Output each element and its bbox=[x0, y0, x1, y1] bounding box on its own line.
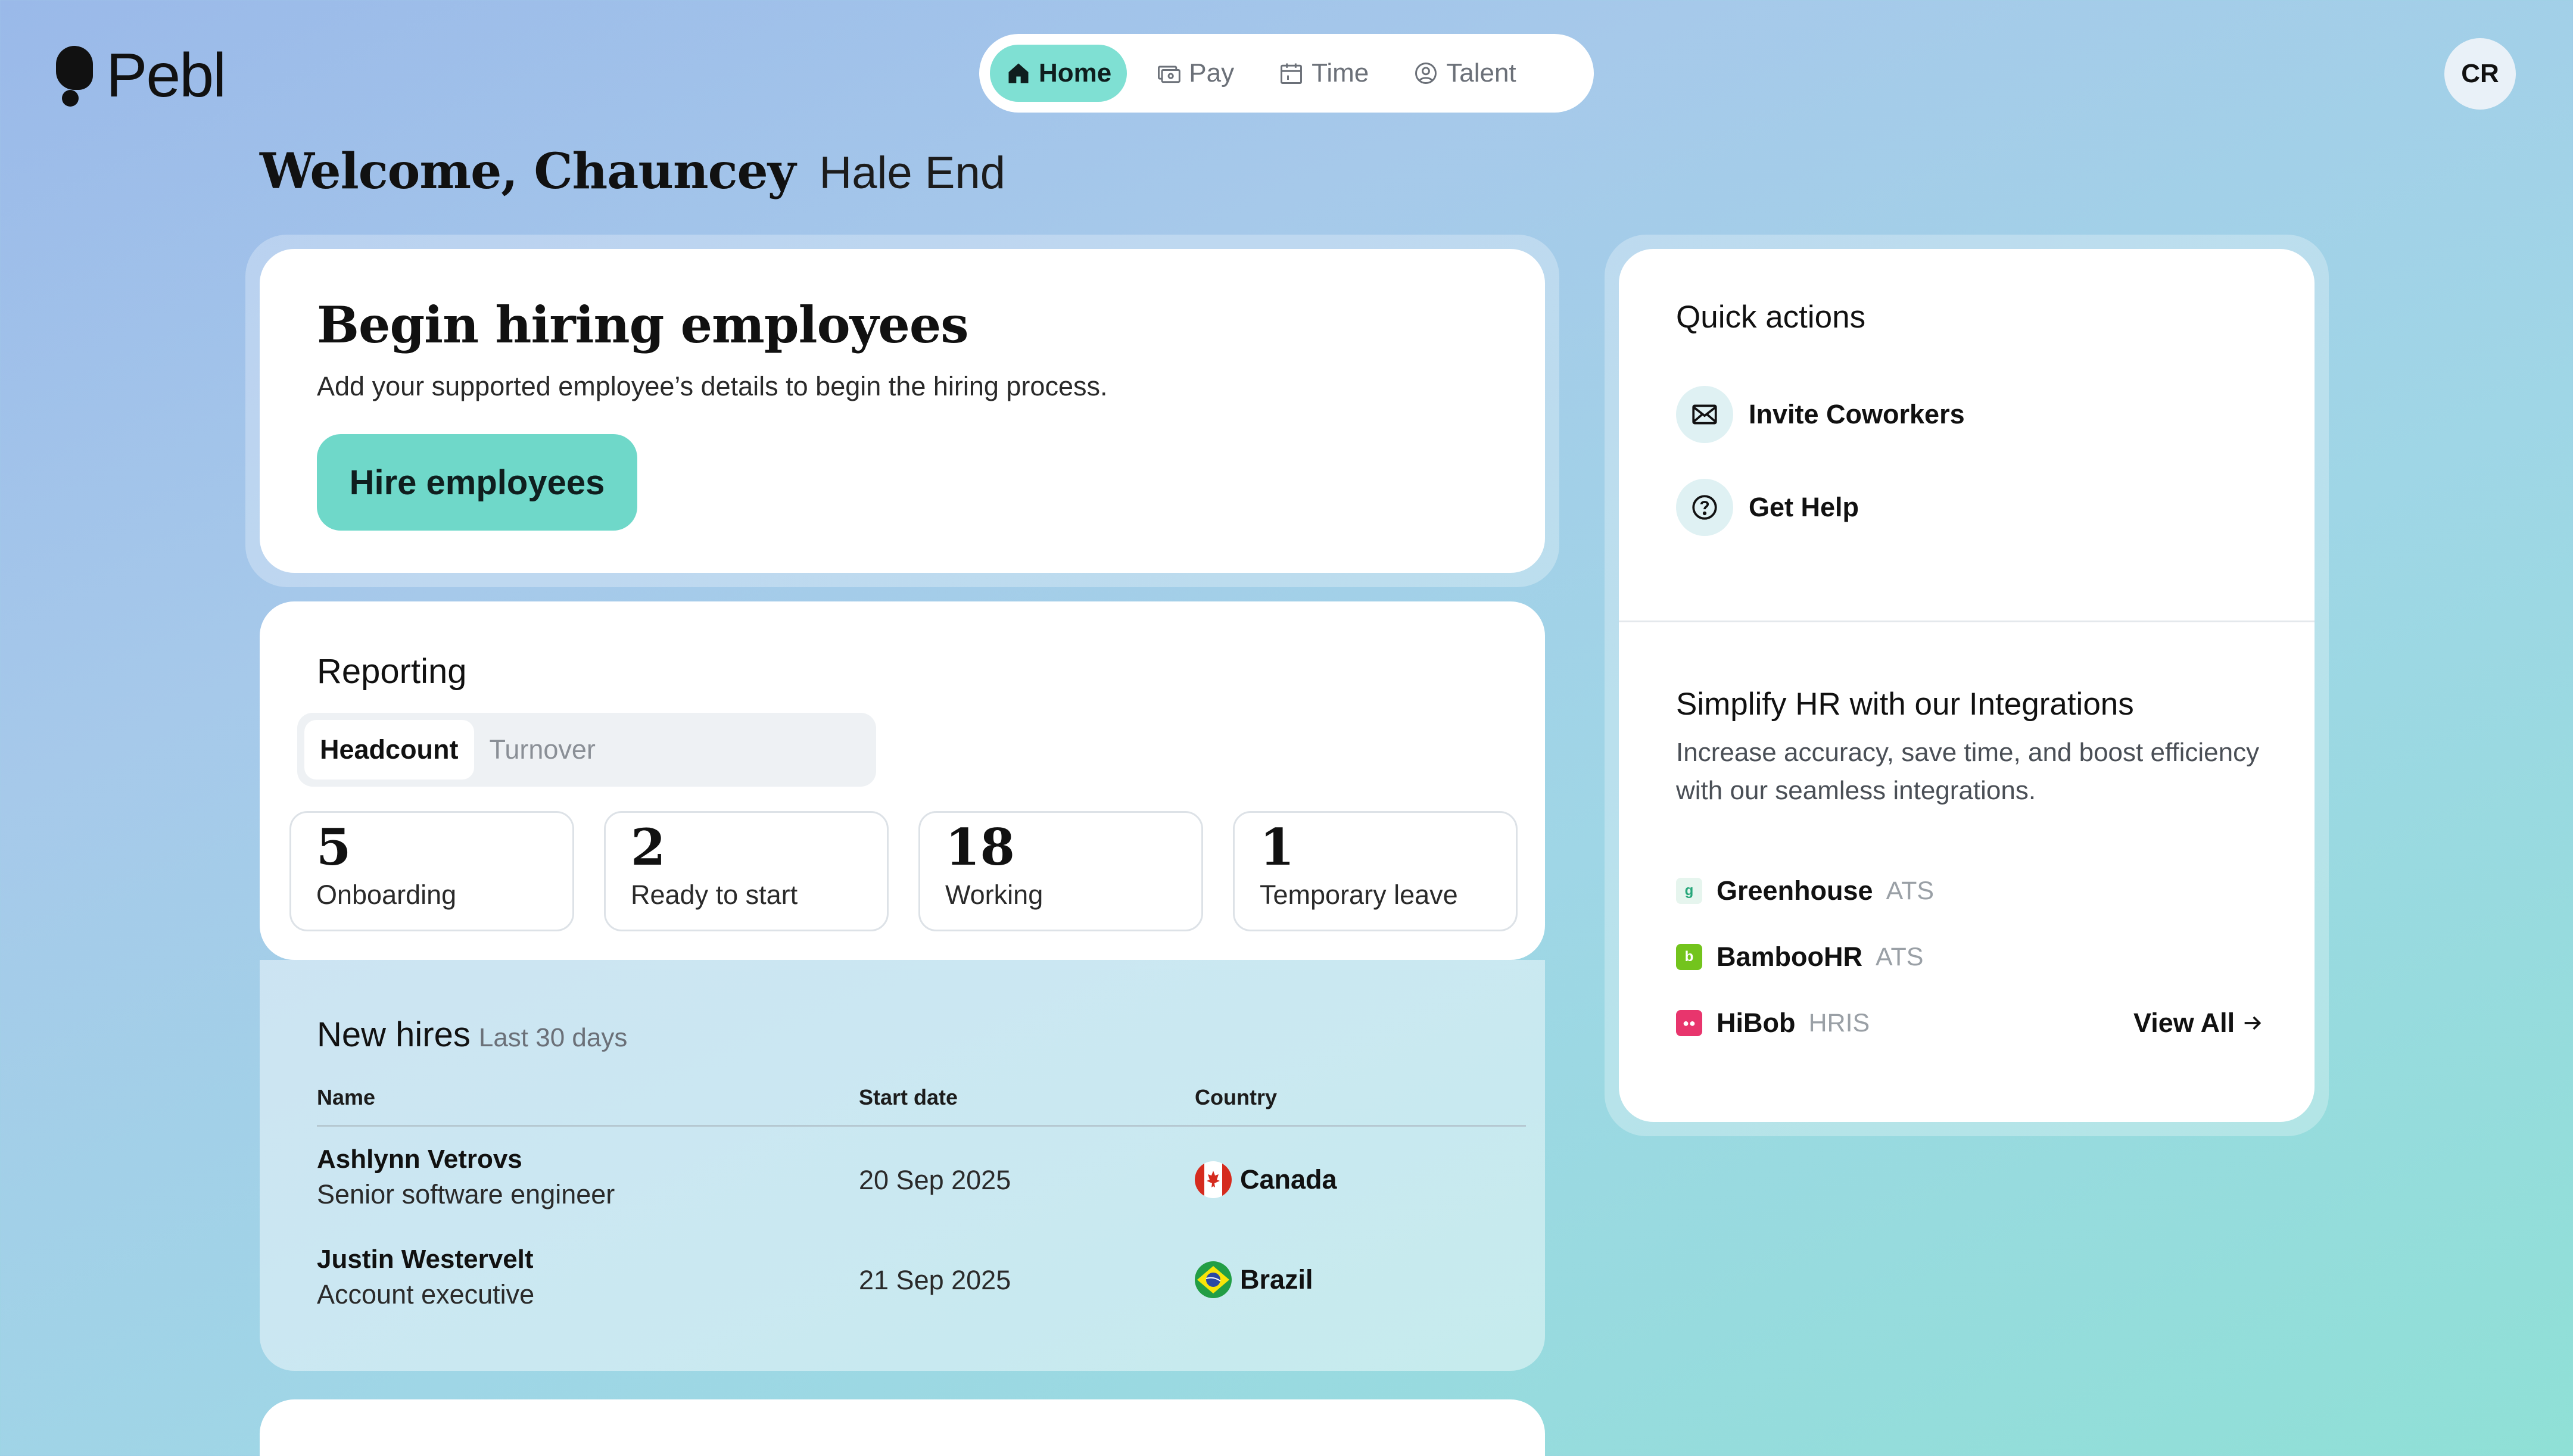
brazil-flag-icon bbox=[1195, 1261, 1232, 1298]
tab-turnover[interactable]: Turnover bbox=[474, 720, 611, 780]
get-help-action[interactable]: Get Help bbox=[1676, 479, 1859, 536]
mail-icon bbox=[1676, 386, 1733, 443]
stat-label: Temporary leave bbox=[1260, 880, 1458, 911]
stat-label: Working bbox=[945, 880, 1043, 911]
pebl-logo-icon bbox=[56, 46, 93, 107]
greenhouse-icon: g bbox=[1676, 878, 1702, 904]
hire-description: Add your supported employee’s details to… bbox=[317, 371, 1108, 401]
invite-coworkers-label: Invite Coworkers bbox=[1749, 399, 1965, 429]
integrations-description: Increase accuracy, save time, and boost … bbox=[1676, 738, 2260, 805]
welcome-greeting: Welcome, Chauncey bbox=[260, 143, 796, 200]
integration-type: ATS bbox=[1886, 876, 1935, 905]
start-date: 21 Sep 2025 bbox=[859, 1265, 1011, 1295]
stat-value: 18 bbox=[945, 818, 1015, 877]
integration-type: ATS bbox=[1876, 942, 1924, 971]
stat-label: Onboarding bbox=[316, 880, 457, 911]
integration-name: HiBob bbox=[1717, 1008, 1796, 1038]
nav-home[interactable]: Home bbox=[990, 45, 1127, 102]
table-row[interactable]: Ashlynn Vetrovs Senior software engineer… bbox=[260, 1145, 1545, 1234]
new-hires-panel: New hires Last 30 days Name Start date C… bbox=[260, 960, 1545, 1371]
column-header-country[interactable]: Country bbox=[1195, 1085, 1277, 1110]
invite-coworkers-action[interactable]: Invite Coworkers bbox=[1676, 386, 1965, 443]
country-name: Canada bbox=[1240, 1164, 1337, 1195]
canada-flag-icon bbox=[1195, 1161, 1232, 1198]
stat-ready-to-start[interactable]: 2 Ready to start bbox=[604, 811, 889, 931]
nav-talent[interactable]: Talent bbox=[1397, 45, 1531, 102]
hibob-icon: ●● bbox=[1676, 1010, 1702, 1036]
section-divider bbox=[1619, 621, 2315, 622]
start-date: 20 Sep 2025 bbox=[859, 1165, 1011, 1195]
nav-pay[interactable]: Pay bbox=[1140, 45, 1250, 102]
integration-type: HRIS bbox=[1808, 1008, 1870, 1037]
main-nav: Home Pay Time Talent bbox=[979, 34, 1594, 113]
employee-role: Senior software engineer bbox=[317, 1179, 615, 1209]
tab-headcount[interactable]: Headcount bbox=[304, 720, 474, 780]
bamboohr-icon: b bbox=[1676, 944, 1702, 970]
quick-actions-title: Quick actions bbox=[1676, 300, 1866, 335]
right-card: Quick actions Invite Coworkers Get Help … bbox=[1619, 249, 2315, 1122]
nav-pay-label: Pay bbox=[1189, 58, 1235, 88]
stat-onboarding[interactable]: 5 Onboarding bbox=[289, 811, 574, 931]
employee-name: Justin Westervelt bbox=[317, 1245, 534, 1274]
column-header-name[interactable]: Name bbox=[317, 1085, 375, 1110]
get-help-label: Get Help bbox=[1749, 492, 1859, 522]
stat-label: Ready to start bbox=[631, 880, 798, 911]
hire-employees-button[interactable]: Hire employees bbox=[317, 434, 637, 531]
table-row[interactable]: Justin Westervelt Account executive 21 S… bbox=[260, 1245, 1545, 1334]
new-hires-subtitle: Last 30 days bbox=[478, 1023, 628, 1052]
integrations-title: Simplify HR with our Integrations bbox=[1676, 687, 2134, 722]
stats-row: 5 Onboarding 2 Ready to start 18 Working… bbox=[289, 811, 1547, 931]
nav-talent-label: Talent bbox=[1446, 58, 1516, 88]
integration-name: Greenhouse bbox=[1717, 875, 1873, 906]
country-cell: Brazil bbox=[1195, 1261, 1313, 1298]
stat-value: 5 bbox=[316, 818, 351, 877]
employee-role: Account executive bbox=[317, 1279, 535, 1310]
reporting-tabs: Headcount Turnover bbox=[297, 713, 876, 787]
column-header-start-date[interactable]: Start date bbox=[859, 1085, 958, 1110]
brand-name: Pebl bbox=[106, 41, 226, 110]
country-name: Brazil bbox=[1240, 1264, 1313, 1295]
hire-card: Begin hiring employees Add your supporte… bbox=[260, 249, 1545, 573]
welcome-header: Welcome, Chauncey Hale End bbox=[260, 143, 1005, 208]
home-icon bbox=[1008, 63, 1029, 83]
stat-value: 1 bbox=[1260, 818, 1295, 877]
employee-name: Ashlynn Vetrovs bbox=[317, 1145, 522, 1174]
pay-icon bbox=[1158, 66, 1181, 83]
stat-working[interactable]: 18 Working bbox=[918, 811, 1203, 931]
pebl-logo[interactable]: Pebl bbox=[56, 41, 226, 110]
integration-bamboohr[interactable]: b BambooHR ATS bbox=[1676, 941, 1923, 972]
country-cell: Canada bbox=[1195, 1161, 1337, 1198]
reporting-title: Reporting bbox=[317, 652, 467, 691]
nav-home-label: Home bbox=[1039, 58, 1112, 88]
user-avatar[interactable]: CR bbox=[2444, 38, 2516, 110]
new-hires-title: New hires bbox=[317, 1015, 471, 1054]
person-icon bbox=[1415, 63, 1437, 84]
integration-greenhouse[interactable]: g Greenhouse ATS bbox=[1676, 875, 1934, 906]
arrow-right-icon bbox=[2244, 1016, 2262, 1030]
bottom-card bbox=[260, 1399, 1545, 1456]
help-icon bbox=[1676, 479, 1733, 536]
reporting-card: Reporting Headcount Turnover 5 Onboardin… bbox=[260, 601, 1545, 960]
integration-hibob[interactable]: ●● HiBob HRIS bbox=[1676, 1008, 1870, 1039]
view-all-link[interactable]: View All bbox=[2133, 1008, 2264, 1039]
org-name: Hale End bbox=[819, 148, 1006, 198]
integration-name: BambooHR bbox=[1717, 941, 1862, 972]
calendar-icon bbox=[1281, 63, 1303, 84]
view-all-label: View All bbox=[2133, 1008, 2235, 1038]
new-hires-header: New hires Last 30 days bbox=[317, 1015, 627, 1055]
nav-time[interactable]: Time bbox=[1263, 45, 1384, 102]
hire-title: Begin hiring employees bbox=[317, 295, 969, 354]
table-divider bbox=[317, 1125, 1526, 1127]
stat-temporary-leave[interactable]: 1 Temporary leave bbox=[1233, 811, 1518, 931]
nav-time-label: Time bbox=[1312, 58, 1369, 88]
stat-value: 2 bbox=[631, 818, 666, 877]
